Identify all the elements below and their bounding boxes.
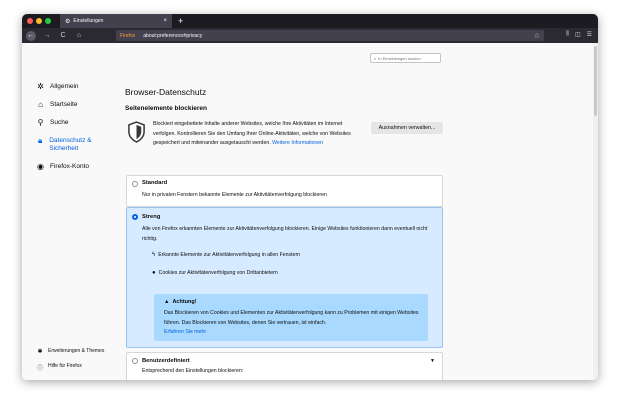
sidebar-item-addons[interactable]: ✱ Erweiterungen & Themes: [36, 348, 126, 355]
sidebar-item-help[interactable]: ⓘ Hilfe für Firefox: [36, 363, 126, 372]
main-content: Browser-Datenschutz Seitenelemente block…: [125, 87, 443, 160]
sidebar-item-label: Suche: [50, 119, 69, 126]
url-text: about:preferences#privacy: [143, 32, 203, 39]
tracker-icon: ϟ: [152, 252, 156, 258]
scrollbar-thumb[interactable]: [594, 46, 597, 116]
tab-title: Einstellungen: [73, 18, 104, 24]
sidebar-item-privacy[interactable]: 🔒︎ Datenschutz & Sicherheit: [36, 137, 116, 153]
search-icon: ⌕: [374, 55, 377, 61]
browser-window: ⚙ Einstellungen × + ← → C ⌂ Firefox abou…: [22, 14, 598, 380]
option-title: Streng: [142, 214, 161, 220]
sidebar-item-home[interactable]: ⌂ Startseite: [36, 101, 116, 109]
warning-body: Das Blockieren von Cookies und Elementen…: [164, 310, 419, 326]
option-description: Nur in privaten Fenstern bekannte Elemen…: [142, 192, 327, 198]
home-button[interactable]: ⌂: [74, 31, 84, 41]
url-bar[interactable]: Firefox about:preferences#privacy ☆: [116, 30, 544, 41]
gear-icon: ✲: [37, 82, 44, 91]
warning-learn-more-link[interactable]: Erfahren Sie mehr: [164, 329, 206, 335]
search-input[interactable]: ⌕ In Einstellungen suchen: [370, 53, 441, 63]
manage-exceptions-button[interactable]: Ausnahmen verwalten...: [371, 122, 443, 134]
sidebar-footer: ✱ Erweiterungen & Themes ⓘ Hilfe für Fir…: [36, 348, 126, 380]
home-icon: ⌂: [38, 100, 43, 109]
intro-block: Blockiert eingebettete Inhalte anderer W…: [125, 118, 443, 160]
window-controls: [27, 18, 51, 24]
toolbar-right: ⫼ ◫ ☰: [566, 31, 592, 38]
warning-title: ▲ Achtung!: [164, 299, 197, 305]
list-item: ● Cookies zur Aktivitätenverfolgung von …: [152, 270, 278, 276]
option-custom[interactable]: Benutzerdefiniert ▼ Entsprechend den Ein…: [126, 352, 443, 380]
library-icon[interactable]: ⫼: [566, 31, 569, 38]
lock-icon: 🔒︎: [37, 136, 43, 145]
sidebar-item-label: Startseite: [50, 101, 78, 108]
sidebar-item-label: Allgemein: [50, 83, 79, 90]
back-button[interactable]: ←: [26, 30, 36, 41]
sidebar-item-general[interactable]: ✲ Allgemein: [36, 83, 116, 91]
tab-close-button[interactable]: ×: [163, 18, 167, 24]
page-title: Browser-Datenschutz: [125, 87, 207, 97]
firefox-identity-label: Firefox: [120, 32, 136, 39]
section-title: Seitenelemente blockieren: [125, 105, 208, 112]
tab-bar: ⚙ Einstellungen × +: [22, 14, 598, 28]
bullet-text: Erkannte Elemente zur Aktivitätenverfolg…: [158, 252, 301, 258]
bookmark-star-icon[interactable]: ☆: [534, 32, 540, 40]
option-description: Alle von Firefox erkannten Elemente zur …: [142, 226, 428, 242]
sidebar: ✲ Allgemein ⌂ Startseite ⚲ Suche 🔒︎ Date…: [36, 83, 116, 181]
custom-radio[interactable]: [132, 358, 138, 364]
search-icon: ⚲: [37, 118, 44, 127]
shield-icon: [128, 121, 145, 143]
option-strict[interactable]: Streng Alle von Firefox erkannten Elemen…: [126, 207, 443, 348]
preferences-page: ⌕ In Einstellungen suchen ✲ Allgemein ⌂ …: [22, 43, 598, 380]
warning-box: ▲ Achtung! Das Blockieren von Cookies un…: [154, 294, 428, 341]
tab-settings[interactable]: ⚙ Einstellungen ×: [60, 14, 172, 28]
gear-icon: ⚙: [65, 18, 71, 25]
option-title: Benutzerdefiniert: [142, 358, 190, 364]
cookie-icon: ●: [152, 270, 156, 276]
list-item: ϟ Erkannte Elemente zur Aktivitätenverfo…: [152, 252, 300, 258]
forward-button[interactable]: →: [42, 31, 52, 41]
learn-more-link[interactable]: Weitere Informationen: [272, 140, 323, 146]
account-icon: ◉: [37, 162, 44, 171]
sidebar-item-search[interactable]: ⚲ Suche: [36, 119, 116, 127]
warning-title-text: Achtung!: [172, 299, 197, 305]
minimize-window-button[interactable]: [36, 18, 42, 24]
scrollbar[interactable]: [593, 43, 598, 380]
chevron-down-icon[interactable]: ▼: [430, 358, 435, 364]
bullet-text: Cookies zur Aktivitätenverfolgung von Dr…: [158, 270, 278, 276]
search-placeholder: In Einstellungen suchen: [378, 55, 421, 61]
new-tab-button[interactable]: +: [178, 15, 183, 27]
sidebar-item-label: Erweiterungen & Themes: [48, 348, 105, 354]
help-icon: ⓘ: [36, 366, 43, 372]
option-description: Entsprechend den Einstellungen blockiere…: [142, 368, 244, 374]
option-title: Standard: [142, 180, 168, 186]
warning-text: Das Blockieren von Cookies und Elementen…: [164, 309, 424, 338]
sidebar-item-account[interactable]: ◉ Firefox-Konto: [36, 163, 116, 171]
maximize-window-button[interactable]: [45, 18, 51, 24]
sidebar-item-label: Datenschutz & Sicherheit: [49, 137, 92, 152]
option-standard[interactable]: Standard Nur in privaten Fenstern bekann…: [126, 175, 443, 207]
sidebar-item-label: Hilfe für Firefox: [48, 363, 82, 369]
sidebar-toggle-icon[interactable]: ◫: [575, 31, 581, 38]
standard-radio[interactable]: [132, 181, 138, 187]
menu-icon[interactable]: ☰: [587, 31, 592, 38]
warning-icon: ▲: [164, 299, 170, 305]
close-window-button[interactable]: [27, 18, 33, 24]
reload-button[interactable]: C: [58, 31, 68, 41]
sidebar-item-label: Firefox-Konto: [50, 163, 90, 170]
intro-text: Blockiert eingebettete Inhalte anderer W…: [153, 120, 361, 149]
puzzle-icon: ✱: [37, 349, 43, 355]
strict-radio[interactable]: [132, 214, 138, 220]
